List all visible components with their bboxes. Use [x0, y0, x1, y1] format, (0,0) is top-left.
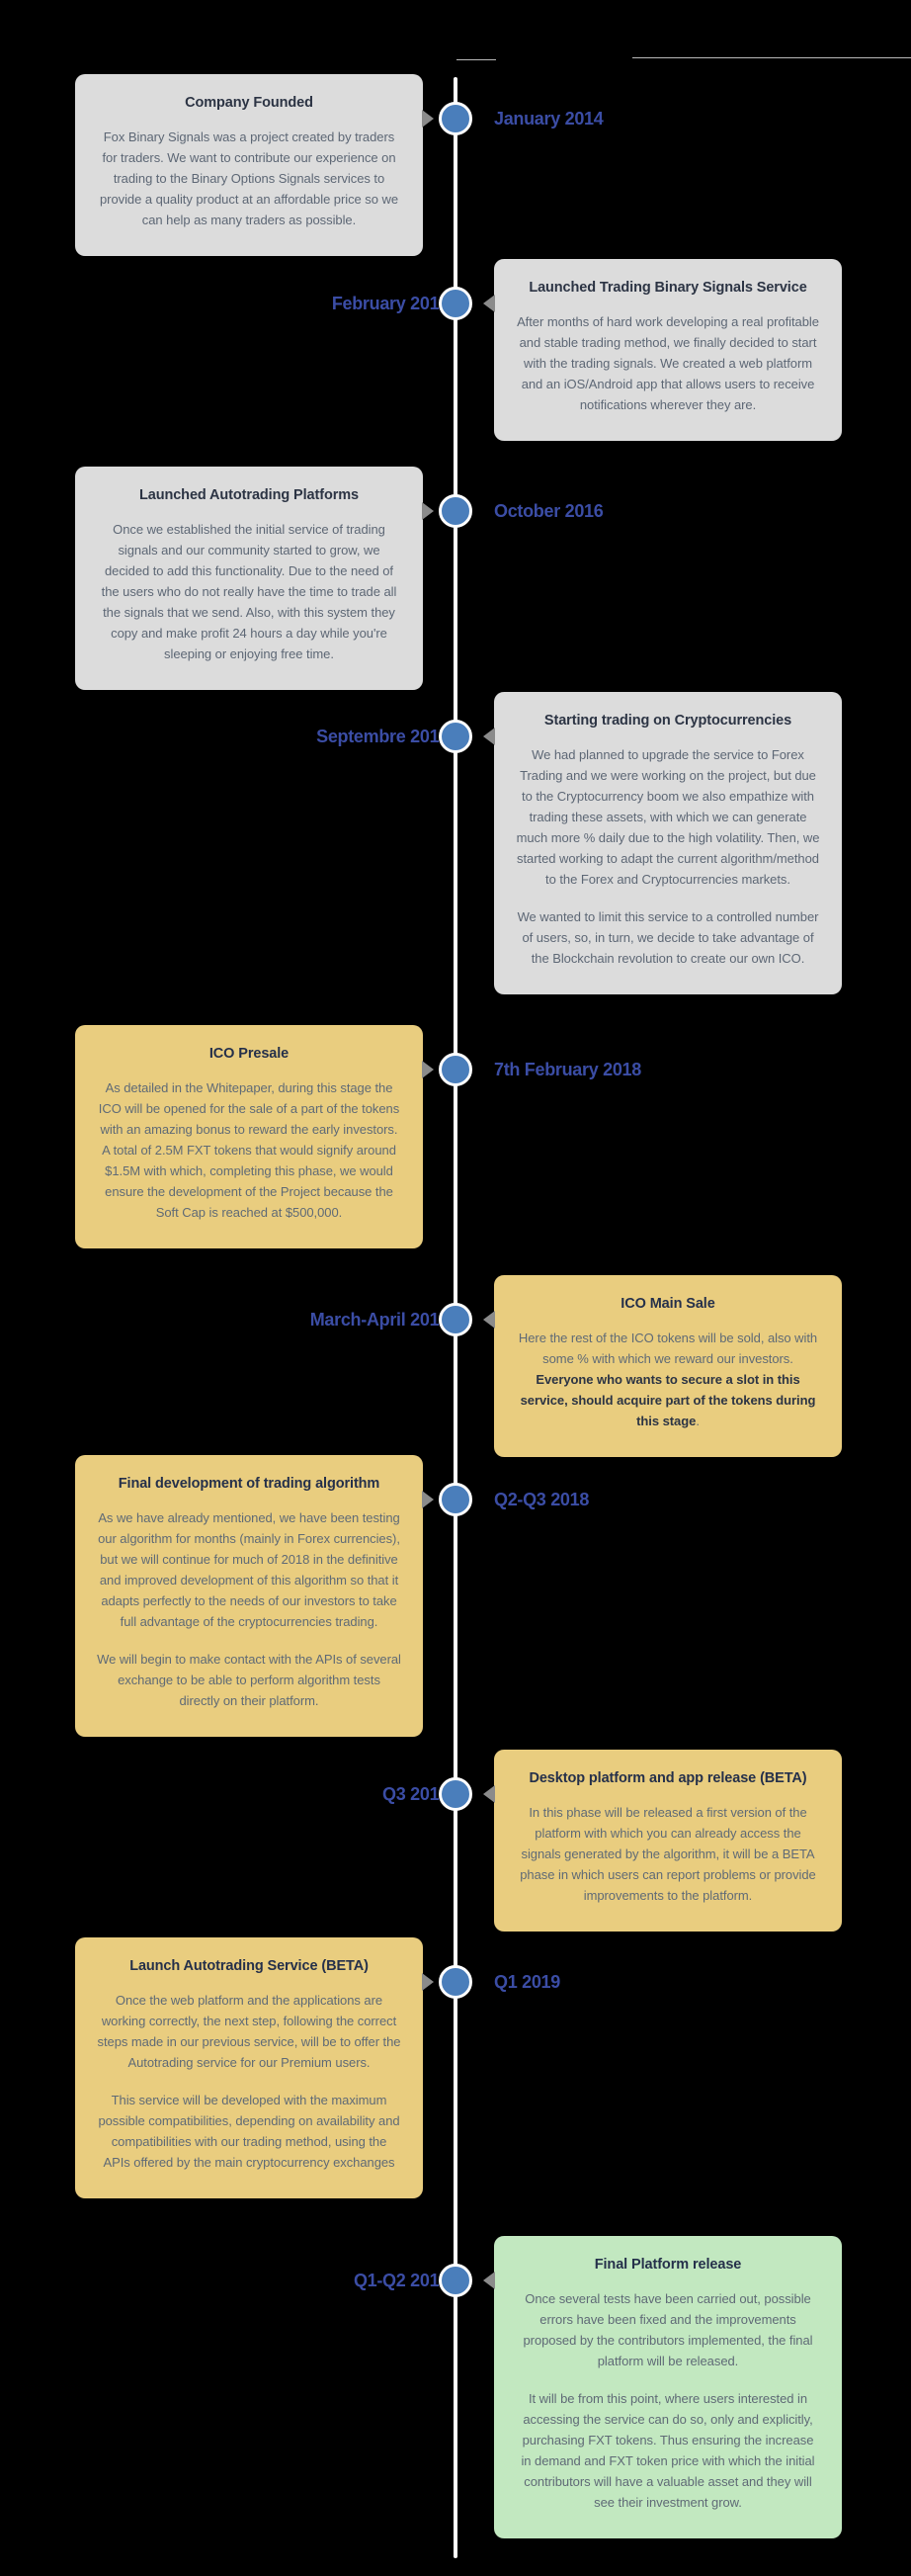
- timeline-card: Final development of trading algorithm As…: [75, 1455, 434, 1738]
- timeline-date-label: Q2-Q3 2018: [494, 1490, 590, 1509]
- card-body: We had planned to upgrade the service to…: [516, 744, 820, 969]
- card-pointer-icon: [483, 728, 495, 745]
- card-pointer-icon: [483, 2272, 495, 2289]
- card-title: Launched Autotrading Platforms: [138, 487, 360, 503]
- top-rule-short: [456, 59, 496, 60]
- timeline-node-dot[interactable]: [439, 1483, 472, 1516]
- timeline-card: Starting trading on Cryptocurrencies We h…: [483, 692, 842, 995]
- card-pointer-icon: [483, 1785, 495, 1803]
- timeline-date-label: 7th February 2018: [494, 1060, 641, 1079]
- timeline-card: Final Platform release Once several tests…: [483, 2236, 842, 2539]
- card-paragraph: In this phase will be released a first v…: [520, 1804, 816, 1904]
- timeline-card: Launch Autotrading Service (BETA) Once th…: [75, 1937, 434, 2199]
- timeline-node-dot[interactable]: [439, 102, 472, 135]
- card-pointer-icon: [422, 1491, 434, 1508]
- card-paragraph: Fox Binary Signals was a project created…: [99, 129, 399, 228]
- card-paragraph: It will be from this point, where users …: [521, 2391, 815, 2511]
- card-body: Fox Binary Signals was a project created…: [97, 127, 401, 230]
- timeline-node-dot[interactable]: [439, 494, 472, 528]
- card-paragraph: Once several tests have been carried out…: [523, 2290, 813, 2368]
- timeline-node-dot[interactable]: [439, 720, 472, 753]
- timeline-node-dot[interactable]: [439, 287, 472, 320]
- card-paragraph: Once we established the initial service …: [101, 521, 397, 662]
- timeline-date-label: February 2015: [331, 294, 449, 313]
- card-paragraph: Once the web platform and the applicatio…: [97, 1992, 401, 2070]
- timeline-date-label: Q1-Q2 2019: [353, 2271, 449, 2290]
- timeline-date-label: January 2014: [494, 109, 604, 129]
- timeline-card: Company Founded Fox Binary Signals was a …: [75, 74, 434, 257]
- timeline-date-label: October 2016: [494, 501, 604, 521]
- card-title: Final development of trading algorithm: [118, 1476, 380, 1492]
- card-paragraph: As detailed in the Whitepaper, during th…: [98, 1079, 400, 1221]
- card-title: Company Founded: [185, 95, 313, 111]
- card-title: Starting trading on Cryptocurrencies: [543, 713, 792, 729]
- timeline-card: Launched Autotrading Platforms Once we es…: [75, 467, 434, 691]
- card-title: ICO Presale: [208, 1046, 290, 1062]
- card-body: Here the rest of the ICO tokens will be …: [516, 1328, 820, 1431]
- card-pointer-icon: [422, 1973, 434, 1991]
- card-paragraph: We will begin to make contact with the A…: [97, 1652, 401, 1709]
- card-paragraph: We had planned to upgrade the service to…: [516, 746, 820, 888]
- card-pointer-icon: [422, 110, 434, 128]
- card-pointer-icon: [483, 1311, 495, 1329]
- timeline-card: Desktop platform and app release (BETA) I…: [483, 1750, 842, 1932]
- card-body: As we have already mentioned, we have be…: [97, 1507, 401, 1711]
- card-paragraph: After months of hard work developing a r…: [517, 313, 819, 413]
- timeline-card: Launched Trading Binary Signals Service A…: [483, 259, 842, 442]
- card-paragraph: This service will be developed with the …: [98, 2093, 400, 2171]
- timeline-date-label: Septembre 2017: [316, 727, 449, 746]
- timeline-node-dot[interactable]: [439, 1053, 472, 1086]
- card-title: Launch Autotrading Service (BETA): [129, 1958, 369, 1974]
- card-body: Once several tests have been carried out…: [516, 2288, 820, 2513]
- card-body: Once the web platform and the applicatio…: [97, 1990, 401, 2173]
- card-pointer-icon: [422, 502, 434, 520]
- timeline-date-label: March-April 2018: [309, 1310, 450, 1330]
- timeline-root: Company Founded Fox Binary Signals was a …: [0, 0, 911, 2576]
- timeline-node-dot[interactable]: [439, 1303, 472, 1336]
- paragraph-tail: .: [696, 1414, 700, 1429]
- card-body: In this phase will be released a first v…: [516, 1802, 820, 1906]
- card-body: After months of hard work developing a r…: [516, 311, 820, 415]
- paragraph-text: Here the rest of the ICO tokens will be …: [518, 1330, 818, 1366]
- card-paragraph: As we have already mentioned, we have be…: [98, 1509, 400, 1630]
- card-title: Final Platform release: [594, 2257, 742, 2273]
- timeline-node-dot[interactable]: [439, 1965, 472, 1999]
- card-title: ICO Main Sale: [621, 1296, 715, 1312]
- card-pointer-icon: [422, 1061, 434, 1078]
- timeline-date-label: Q1 2019: [494, 1972, 560, 1992]
- timeline-card: ICO Presale As detailed in the Whitepaper…: [75, 1025, 434, 1249]
- card-paragraph: Here the rest of the ICO tokens will be …: [516, 1328, 820, 1431]
- card-title: Desktop platform and app release (BETA): [529, 1770, 807, 1786]
- paragraph-emphasis: Everyone who wants to secure a slot in t…: [520, 1371, 816, 1429]
- card-title: Launched Trading Binary Signals Service: [529, 280, 807, 296]
- card-body: Once we established the initial service …: [97, 519, 401, 664]
- timeline-node-dot[interactable]: [439, 1777, 472, 1811]
- card-pointer-icon: [483, 295, 495, 312]
- card-paragraph: We wanted to limit this service to a con…: [517, 909, 819, 967]
- card-body: As detailed in the Whitepaper, during th…: [97, 1077, 401, 1223]
- top-rule: [632, 57, 911, 58]
- timeline-node-dot[interactable]: [439, 2264, 472, 2297]
- timeline-card: ICO Main Sale Here the rest of the ICO to…: [483, 1275, 842, 1458]
